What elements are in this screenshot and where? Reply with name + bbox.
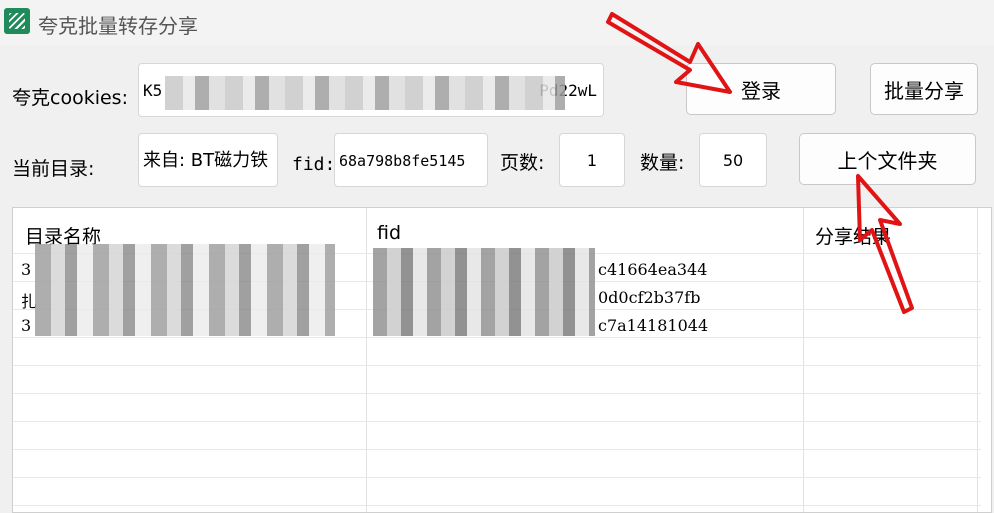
cookies-input[interactable]: K5 Pd22wL [138, 63, 604, 117]
row-fid: 0d0cf2b37fb [598, 288, 701, 307]
current-dir-value: 来自: BT磁力铁 [143, 150, 269, 171]
current-dir-input[interactable]: 来自: BT磁力铁 [138, 133, 278, 187]
count-input[interactable]: 50 [699, 133, 767, 187]
count-value: 50 [722, 151, 744, 170]
fid-input[interactable]: 68a798b8fe5145 [334, 133, 488, 187]
redacted-names [35, 244, 335, 336]
parent-folder-button[interactable]: 上个文件夹 [799, 133, 976, 185]
quark-app-icon [4, 8, 30, 34]
window-title: 夸克批量转存分享 [38, 14, 198, 38]
title-bar: 夸克批量转存分享 [0, 0, 994, 46]
row-name: 3 [21, 260, 32, 279]
header-fid[interactable]: fid [377, 222, 401, 244]
redacted-fids [373, 248, 595, 336]
row-fid: c7a14181044 [598, 316, 709, 335]
page-value: 1 [586, 151, 598, 170]
fid-value: 68a798b8fe5145 [339, 152, 466, 170]
header-share-result[interactable]: 分享结果 [815, 222, 891, 249]
current-dir-label: 当前目录: [12, 158, 95, 180]
cookies-value-start: K5 [143, 81, 163, 100]
row-fid: c41664ea344 [598, 260, 708, 279]
batch-share-button[interactable]: 批量分享 [870, 63, 978, 115]
login-button[interactable]: 登录 [686, 63, 836, 115]
row-name: 3 [21, 316, 32, 335]
fid-label: fid: [292, 154, 336, 175]
page-label: 页数: [500, 152, 545, 174]
page-input[interactable]: 1 [559, 133, 625, 187]
file-table[interactable]: 目录名称 fid 分享结果 3 c41664ea344 扎 0d0cf2b37f… [12, 207, 992, 513]
cookies-label: 夸克cookies: [12, 87, 128, 109]
redacted-cookie [165, 76, 565, 110]
count-label: 数量: [640, 152, 685, 174]
